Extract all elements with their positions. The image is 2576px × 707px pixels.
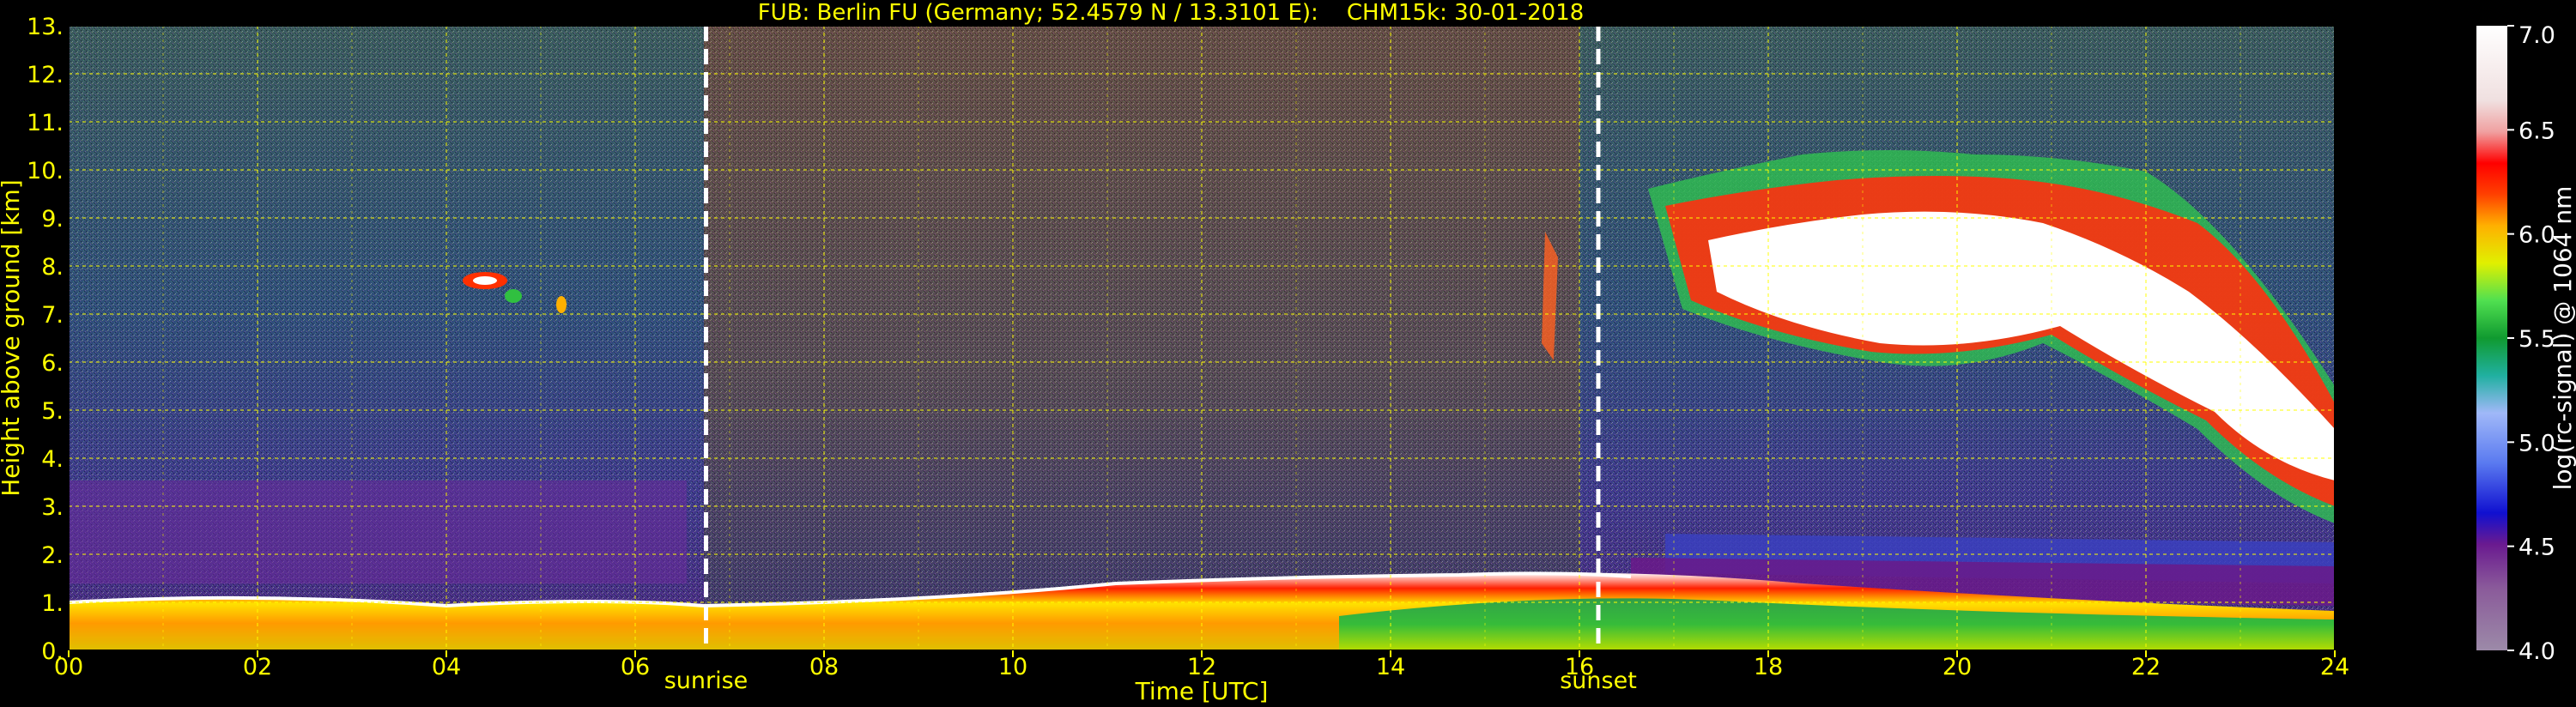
colorbar-tick-label: 4.0 bbox=[2518, 638, 2555, 665]
ceilometer-figure: sunrise sunset 00 02 04 06 08 10 12 14 16 18 20 22 24… bbox=[0, 0, 2576, 705]
y-tick-label: 5. bbox=[41, 398, 64, 425]
y-tick-label: 2. bbox=[41, 542, 64, 569]
x-tick-label: 18 bbox=[1754, 654, 1783, 680]
x-tick-label: 08 bbox=[809, 654, 839, 680]
x-tick-label: 14 bbox=[1376, 654, 1405, 680]
y-tick-label: 8. bbox=[41, 254, 64, 281]
chart-title: FUB: Berlin FU (Germany; 52.4579 N / 13.… bbox=[758, 0, 1585, 26]
y-tick-label: 11. bbox=[27, 110, 64, 136]
y-tick-label: 13. bbox=[27, 14, 64, 40]
y-tick-label: 1. bbox=[41, 590, 64, 617]
x-tick-label: 20 bbox=[1943, 654, 1972, 680]
x-tick-label: 06 bbox=[621, 654, 650, 680]
x-tick-label: 24 bbox=[2320, 654, 2349, 680]
colorbar-gradient bbox=[2476, 26, 2507, 650]
y-tick-label: 10. bbox=[27, 158, 64, 184]
colorbar: 4.04.55.05.56.06.57.0 log(rc-signal) @ 1… bbox=[2476, 22, 2576, 665]
colorbar-label: log(rc-signal) @ 1064 nm bbox=[2549, 186, 2576, 491]
y-tick-labels: 0. 1. 2. 3. 4. 5. 6. 7. 8. 9. 10. 11. 12. 13. bbox=[27, 14, 64, 665]
y-tick-label: 0. bbox=[41, 638, 64, 665]
x-tick-label: 22 bbox=[2131, 654, 2161, 680]
x-tick-label: 04 bbox=[432, 654, 461, 680]
y-tick-label: 12. bbox=[27, 62, 64, 88]
x-axis-label: Time [UTC] bbox=[1135, 677, 1269, 705]
x-tick-labels: 00 02 04 06 08 10 12 14 16 18 20 22 24 bbox=[54, 650, 2349, 680]
x-tick-label: 16 bbox=[1565, 654, 1594, 680]
y-tick-label: 4. bbox=[41, 446, 64, 473]
y-tick-label: 6. bbox=[41, 350, 64, 377]
y-tick-label: 9. bbox=[41, 206, 64, 233]
night-purple-layer bbox=[69, 480, 687, 583]
colorbar-tick-label: 4.5 bbox=[2518, 535, 2555, 561]
colorbar-tick-label: 7.0 bbox=[2518, 22, 2555, 49]
y-tick-label: 3. bbox=[41, 494, 64, 521]
x-tick-label: 10 bbox=[998, 654, 1027, 680]
colorbar-tick-label: 6.5 bbox=[2518, 118, 2555, 144]
y-axis-label: Height above ground [km] bbox=[0, 179, 25, 497]
sunrise-label: sunrise bbox=[664, 668, 749, 694]
y-tick-label: 7. bbox=[41, 302, 64, 329]
x-tick-label: 02 bbox=[243, 654, 272, 680]
